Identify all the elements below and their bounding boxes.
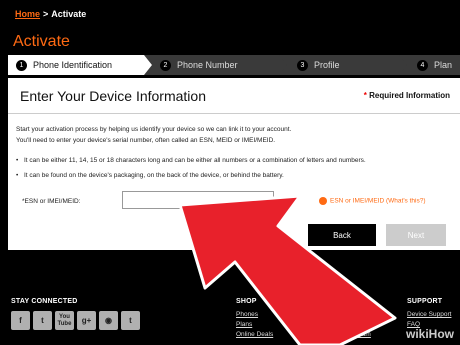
step-label: Phone Identification xyxy=(33,60,113,70)
required-note: * Required Information xyxy=(364,91,450,100)
help-icon xyxy=(319,197,327,205)
tumblr-icon[interactable]: t xyxy=(121,311,140,330)
esn-input[interactable] xyxy=(122,191,274,209)
breadcrumb: Home > Activate xyxy=(15,9,86,19)
twitter-icon[interactable]: t xyxy=(33,311,52,330)
intro-line-2: You'll need to enter your device's seria… xyxy=(16,137,276,144)
footer-link-phone-insurance[interactable]: Phone Insurance xyxy=(321,321,370,328)
intro-line-1: Start your activation process by helping… xyxy=(16,126,292,133)
step-label: Profile xyxy=(314,60,340,70)
step-chevron xyxy=(279,55,287,75)
footer-link-device-support[interactable]: Device Support xyxy=(407,311,451,318)
required-star: * xyxy=(363,91,367,100)
step-number: 1 xyxy=(16,59,27,71)
intro-text: Start your activation process by helping… xyxy=(16,124,446,146)
activation-steps: 1 Phone Identification 2 Phone Number 3 … xyxy=(8,55,460,75)
panel-heading: Enter Your Device Information xyxy=(20,87,206,104)
footer-stay-connected: STAY CONNECTED xyxy=(11,298,78,305)
back-button[interactable]: Back xyxy=(308,224,376,246)
breadcrumb-current: Activate xyxy=(51,9,87,19)
step-number: 4 xyxy=(417,59,428,71)
step-phone-number[interactable]: 2 Phone Number xyxy=(144,55,287,75)
footer-link-international-rates[interactable]: International Rates xyxy=(321,311,376,318)
step-phone-identification[interactable]: 1 Phone Identification xyxy=(8,55,152,75)
googleplus-icon[interactable]: g+ xyxy=(77,311,96,330)
footer-link-plans[interactable]: Plans xyxy=(236,321,252,328)
wikihow-watermark: wikiHow xyxy=(405,327,454,341)
facebook-icon[interactable]: f xyxy=(11,311,30,330)
footer-shop-heading: SHOP xyxy=(236,298,257,305)
footer-services-heading: SERVICES xyxy=(321,298,358,305)
esn-label: *ESN or IMEI/MEID: xyxy=(22,198,81,205)
social-icons: f t You Tube g+ ◉ t xyxy=(11,311,140,330)
panel-header: Enter Your Device Information * Required… xyxy=(8,78,460,114)
hint-length: It can be either 11, 14, 15 or 18 charac… xyxy=(16,156,446,165)
required-label: Required Information xyxy=(369,91,450,100)
footer-link-phones[interactable]: Phones xyxy=(236,311,258,318)
youtube-icon[interactable]: You Tube xyxy=(55,311,74,330)
breadcrumb-home-link[interactable]: Home xyxy=(15,9,40,19)
step-label: Phone Number xyxy=(177,60,238,70)
breadcrumb-separator: > xyxy=(43,9,49,19)
footer-link-online-deals[interactable]: Online Deals xyxy=(236,331,273,338)
device-info-panel: Enter Your Device Information * Required… xyxy=(8,78,460,250)
step-label: Plan xyxy=(434,60,453,70)
page-title: Activate xyxy=(13,33,70,50)
step-profile[interactable]: 3 Profile xyxy=(279,55,407,75)
footer-support-heading: SUPPORT xyxy=(407,298,443,305)
next-button[interactable]: Next xyxy=(386,224,446,246)
instagram-icon[interactable]: ◉ xyxy=(99,311,118,330)
esn-help-link[interactable]: ESN or IMEI/MEID (What's this?) xyxy=(319,197,426,205)
step-number: 3 xyxy=(297,59,308,71)
step-number: 2 xyxy=(160,59,171,71)
step-plan[interactable]: 4 Plan xyxy=(399,55,460,75)
hint-location: It can be found on the device's packagin… xyxy=(16,171,446,180)
site-footer: STAY CONNECTED f t You Tube g+ ◉ t SHOP … xyxy=(0,288,460,345)
step-chevron xyxy=(144,55,152,75)
esn-hints: It can be either 11, 14, 15 or 18 charac… xyxy=(16,156,446,186)
step-chevron xyxy=(399,55,407,75)
footer-link-referral-program[interactable]: Referral Program xyxy=(321,331,371,338)
esn-help-label: ESN or IMEI/MEID (What's this?) xyxy=(330,197,426,205)
